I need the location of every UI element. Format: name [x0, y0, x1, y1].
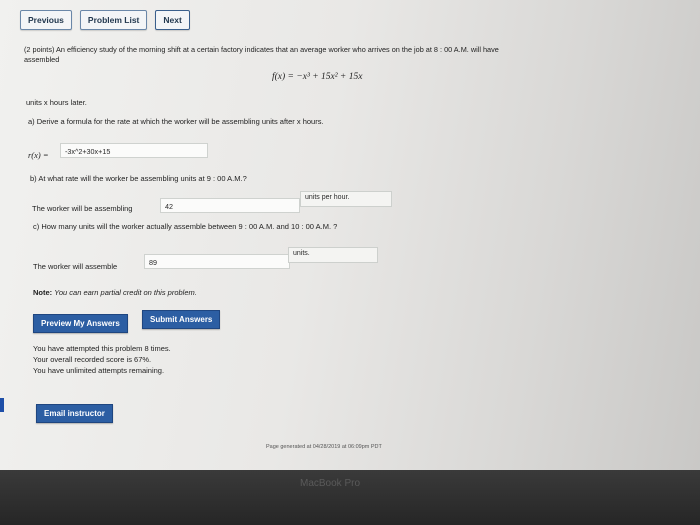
attempts-text: You have attempted this problem 8 times. [33, 344, 171, 353]
preview-answers-button[interactable]: Preview My Answers [33, 314, 128, 333]
partial-credit-note: Note: You can earn partial credit on thi… [33, 288, 197, 297]
part-c-units: units. [288, 247, 378, 263]
previous-button[interactable]: Previous [20, 10, 72, 30]
part-a-answer-field[interactable]: -3x^2+30x+15 [60, 143, 208, 158]
remaining-attempts-text: You have unlimited attempts remaining. [33, 366, 165, 375]
part-b-prefix: The worker will be assembling [32, 204, 133, 213]
units-hours-later-text: units x hours later. [26, 98, 87, 107]
browser-screen: Previous Problem List Next (2 points) An… [0, 0, 700, 470]
part-b-units: units per hour. [300, 191, 392, 207]
email-instructor-button[interactable]: Email instructor [36, 404, 113, 423]
part-b-question: b) At what rate will the worker be assem… [30, 174, 247, 183]
problem-list-button[interactable]: Problem List [79, 10, 148, 30]
part-c-question: c) How many units will the worker actual… [33, 222, 338, 231]
page-generated-footer: Page generated at 04/28/2019 at 06:09pm … [266, 444, 382, 450]
left-edge-marker [0, 398, 4, 412]
problem-intro-continued: assembled [24, 55, 60, 64]
part-a-question: a) Derive a formula for the rate at whic… [28, 117, 324, 126]
bezel-brand-text: MacBook Pro [300, 478, 361, 489]
submit-answers-button[interactable]: Submit Answers [142, 310, 221, 329]
part-a-label: r(x) = [28, 150, 49, 160]
problem-intro: (2 points) An efficiency study of the mo… [24, 45, 499, 54]
score-text: Your overall recorded score is 67%. [33, 355, 152, 364]
part-b-answer-field[interactable]: 42 [160, 198, 300, 213]
part-c-prefix: The worker will assemble [33, 262, 118, 271]
note-label: Note: [33, 288, 53, 297]
problem-nav: Previous Problem List Next [20, 10, 190, 30]
laptop-bezel: MacBook Pro [0, 470, 700, 525]
part-c-answer-field[interactable]: 89 [144, 254, 290, 269]
next-button[interactable]: Next [155, 10, 190, 30]
function-formula: f(x) = −x³ + 15x² + 15x [272, 72, 363, 82]
note-text: You can earn partial credit on this prob… [54, 288, 197, 297]
